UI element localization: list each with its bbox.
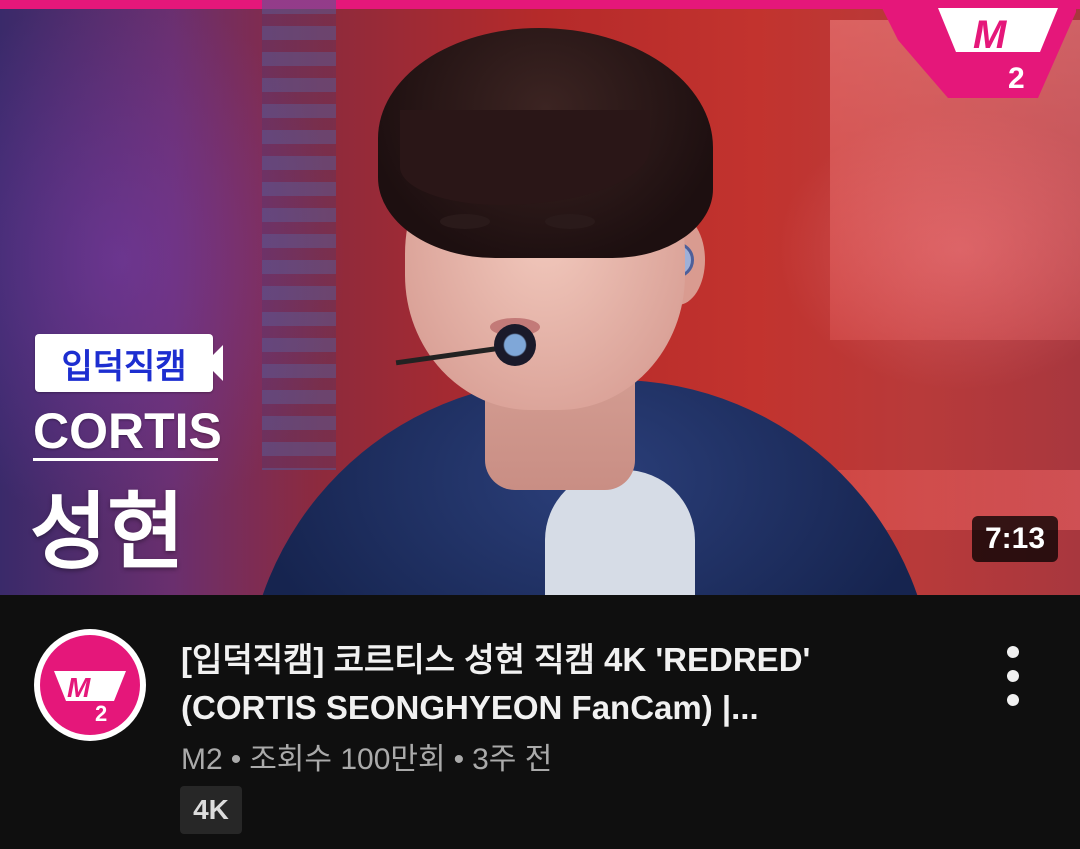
member-name-label: 성현 <box>30 485 185 579</box>
video-title[interactable]: [입덕직캠] 코르티스 성현 직캠 4K 'REDRED' (CORTIS SE… <box>181 636 901 732</box>
svg-text:M: M <box>973 13 1008 57</box>
svg-text:M: M <box>67 672 91 703</box>
menu-dot <box>1007 670 1019 682</box>
performer-left-eye <box>440 214 490 229</box>
svg-text:2: 2 <box>95 701 107 726</box>
upload-time: 3주 전 <box>472 743 553 776</box>
more-vert-icon[interactable] <box>993 646 1033 706</box>
camera-badge-tab <box>205 345 223 381</box>
meta-separator: • <box>230 743 242 776</box>
fancam-badge: 입덕직캠 <box>35 334 213 392</box>
menu-dot <box>1007 694 1019 706</box>
view-count: 조회수 100만회 <box>249 743 446 776</box>
svg-text:2: 2 <box>1008 62 1025 95</box>
video-title-line-1: [입덕직캠] 코르티스 성현 직캠 4K 'REDRED' <box>181 641 811 678</box>
channel-name[interactable]: M2 <box>181 743 223 776</box>
headset-mic <box>494 324 536 366</box>
video-duration-badge: 7:13 <box>971 516 1058 562</box>
channel-avatar[interactable]: M 2 <box>34 629 146 741</box>
video-thumbnail[interactable]: 입덕직캠 CORTIS 성현 M 2 7:13 <box>0 0 1080 595</box>
video-title-line-2: (CORTIS SEONGHYEON FanCam) |... <box>181 689 759 726</box>
quality-badge: 4K <box>180 786 242 834</box>
artist-name-underline <box>33 458 218 461</box>
stage-light-stripe <box>262 0 336 470</box>
meta-separator: • <box>453 743 465 776</box>
m2-logo-icon: M 2 <box>40 635 140 735</box>
performer-right-eye <box>545 214 595 229</box>
menu-dot <box>1007 646 1019 658</box>
artist-name-label: CORTIS <box>33 403 222 459</box>
video-metadata: M2 • 조회수 100만회 • 3주 전 <box>181 734 552 778</box>
video-card[interactable]: 입덕직캠 CORTIS 성현 M 2 7:13 M 2 [입덕직캠] 코르티스 … <box>0 0 1080 849</box>
m2-corner-logo-icon: M 2 <box>878 0 1076 98</box>
